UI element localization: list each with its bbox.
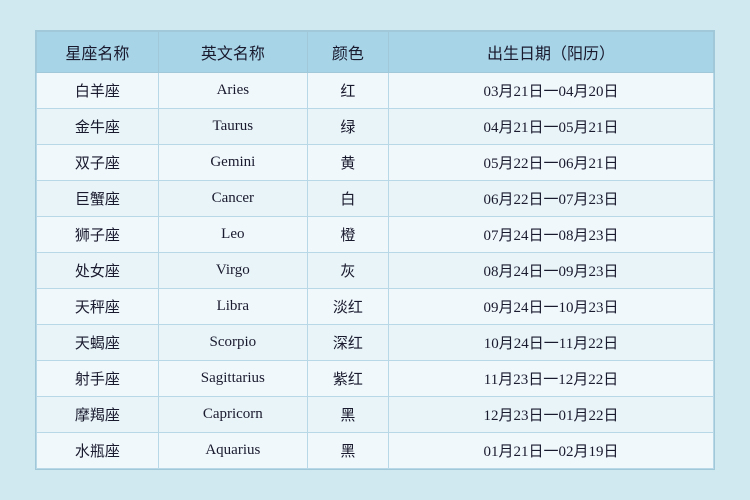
cell-color: 紫红 <box>307 361 388 397</box>
cell-english: Scorpio <box>158 325 307 361</box>
cell-date: 08月24日一09月23日 <box>389 253 714 289</box>
table-row: 天秤座Libra淡红09月24日一10月23日 <box>37 289 714 325</box>
cell-english: Libra <box>158 289 307 325</box>
cell-color: 黄 <box>307 145 388 181</box>
cell-english: Capricorn <box>158 397 307 433</box>
table-row: 狮子座Leo橙07月24日一08月23日 <box>37 217 714 253</box>
cell-chinese: 射手座 <box>37 361 159 397</box>
cell-english: Cancer <box>158 181 307 217</box>
cell-color: 橙 <box>307 217 388 253</box>
cell-chinese: 摩羯座 <box>37 397 159 433</box>
cell-color: 黑 <box>307 397 388 433</box>
table-row: 巨蟹座Cancer白06月22日一07月23日 <box>37 181 714 217</box>
cell-color: 绿 <box>307 109 388 145</box>
cell-chinese: 天蝎座 <box>37 325 159 361</box>
cell-english: Taurus <box>158 109 307 145</box>
header-date: 出生日期（阳历） <box>389 32 714 73</box>
cell-date: 01月21日一02月19日 <box>389 433 714 469</box>
table-row: 处女座Virgo灰08月24日一09月23日 <box>37 253 714 289</box>
cell-english: Sagittarius <box>158 361 307 397</box>
cell-date: 06月22日一07月23日 <box>389 181 714 217</box>
header-chinese: 星座名称 <box>37 32 159 73</box>
cell-date: 07月24日一08月23日 <box>389 217 714 253</box>
cell-chinese: 金牛座 <box>37 109 159 145</box>
cell-date: 10月24日一11月22日 <box>389 325 714 361</box>
table-row: 天蝎座Scorpio深红10月24日一11月22日 <box>37 325 714 361</box>
cell-color: 灰 <box>307 253 388 289</box>
cell-chinese: 双子座 <box>37 145 159 181</box>
cell-chinese: 白羊座 <box>37 73 159 109</box>
cell-color: 红 <box>307 73 388 109</box>
table-row: 摩羯座Capricorn黑12月23日一01月22日 <box>37 397 714 433</box>
cell-chinese: 狮子座 <box>37 217 159 253</box>
cell-color: 深红 <box>307 325 388 361</box>
table-body: 白羊座Aries红03月21日一04月20日金牛座Taurus绿04月21日一0… <box>37 73 714 469</box>
table-row: 白羊座Aries红03月21日一04月20日 <box>37 73 714 109</box>
zodiac-table: 星座名称 英文名称 颜色 出生日期（阳历） 白羊座Aries红03月21日一04… <box>36 31 714 469</box>
zodiac-table-container: 星座名称 英文名称 颜色 出生日期（阳历） 白羊座Aries红03月21日一04… <box>35 30 715 470</box>
cell-color: 淡红 <box>307 289 388 325</box>
table-row: 金牛座Taurus绿04月21日一05月21日 <box>37 109 714 145</box>
table-row: 水瓶座Aquarius黑01月21日一02月19日 <box>37 433 714 469</box>
cell-color: 黑 <box>307 433 388 469</box>
header-english: 英文名称 <box>158 32 307 73</box>
cell-date: 03月21日一04月20日 <box>389 73 714 109</box>
cell-date: 12月23日一01月22日 <box>389 397 714 433</box>
cell-english: Leo <box>158 217 307 253</box>
cell-chinese: 处女座 <box>37 253 159 289</box>
table-row: 射手座Sagittarius紫红11月23日一12月22日 <box>37 361 714 397</box>
cell-chinese: 天秤座 <box>37 289 159 325</box>
table-header-row: 星座名称 英文名称 颜色 出生日期（阳历） <box>37 32 714 73</box>
cell-date: 09月24日一10月23日 <box>389 289 714 325</box>
cell-date: 11月23日一12月22日 <box>389 361 714 397</box>
cell-english: Aries <box>158 73 307 109</box>
cell-english: Virgo <box>158 253 307 289</box>
cell-chinese: 水瓶座 <box>37 433 159 469</box>
cell-date: 04月21日一05月21日 <box>389 109 714 145</box>
cell-date: 05月22日一06月21日 <box>389 145 714 181</box>
table-row: 双子座Gemini黄05月22日一06月21日 <box>37 145 714 181</box>
cell-english: Gemini <box>158 145 307 181</box>
cell-english: Aquarius <box>158 433 307 469</box>
header-color: 颜色 <box>307 32 388 73</box>
cell-chinese: 巨蟹座 <box>37 181 159 217</box>
cell-color: 白 <box>307 181 388 217</box>
